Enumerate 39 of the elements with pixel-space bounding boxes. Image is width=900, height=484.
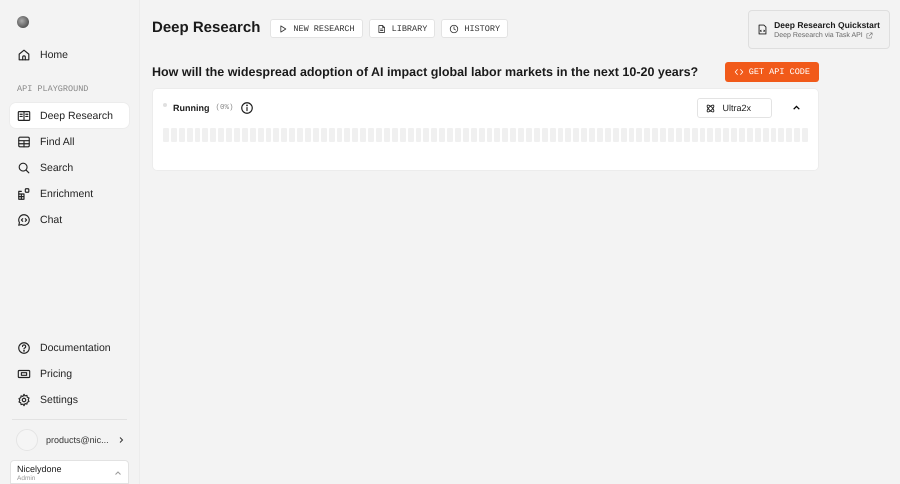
code-icon xyxy=(734,67,744,77)
home-icon xyxy=(17,48,31,62)
file-code-icon xyxy=(757,24,768,35)
toolbar-button[interactable]: NEW RESEARCH xyxy=(270,19,363,38)
search-icon xyxy=(17,160,31,174)
sidebar-item[interactable]: Deep Research xyxy=(10,103,129,128)
sidebar-item[interactable]: Documentation xyxy=(10,335,129,360)
table-icon xyxy=(17,134,31,148)
account-menu[interactable]: products@nic... xyxy=(10,427,129,453)
sidebar-item[interactable]: Home xyxy=(10,42,129,67)
help-icon xyxy=(17,340,31,354)
sidebar-item[interactable]: Chat xyxy=(10,207,129,232)
section-title: API PLAYGROUND xyxy=(17,84,90,94)
toolbar-button[interactable]: LIBRARY xyxy=(368,19,436,38)
external-link-icon xyxy=(866,32,873,39)
sidebar-item[interactable]: Search xyxy=(10,155,129,180)
toolbar-button[interactable]: HISTORY xyxy=(441,19,508,38)
chevron-right-icon xyxy=(116,436,125,444)
chevron-up-icon xyxy=(114,469,122,477)
sidebar-item[interactable]: Find All xyxy=(10,129,129,154)
document-icon xyxy=(376,24,387,34)
logo-icon xyxy=(17,16,29,28)
info-icon xyxy=(240,101,254,115)
atom-icon xyxy=(705,102,716,114)
processor-selector[interactable]: Ultra2x xyxy=(697,98,772,118)
page-title: Deep Research xyxy=(152,19,260,36)
chat-icon xyxy=(17,212,31,226)
sidebar-item[interactable]: Pricing xyxy=(10,361,129,386)
sidebar-item[interactable]: Settings xyxy=(10,387,129,412)
sidebar-item[interactable]: Enrichment xyxy=(10,181,129,206)
blocks-icon xyxy=(17,186,31,200)
quickstart-title: Deep Research Quickstart xyxy=(774,20,880,30)
play-icon xyxy=(278,24,288,34)
task-status: Running xyxy=(173,103,210,113)
research-question: How will the widespread adoption of AI impact global labor markets in the next 10-20 years? xyxy=(152,65,698,79)
clock-icon xyxy=(449,24,460,34)
chevron-up-icon xyxy=(792,102,800,112)
settings-icon xyxy=(17,392,31,406)
open-book-icon xyxy=(17,108,31,122)
